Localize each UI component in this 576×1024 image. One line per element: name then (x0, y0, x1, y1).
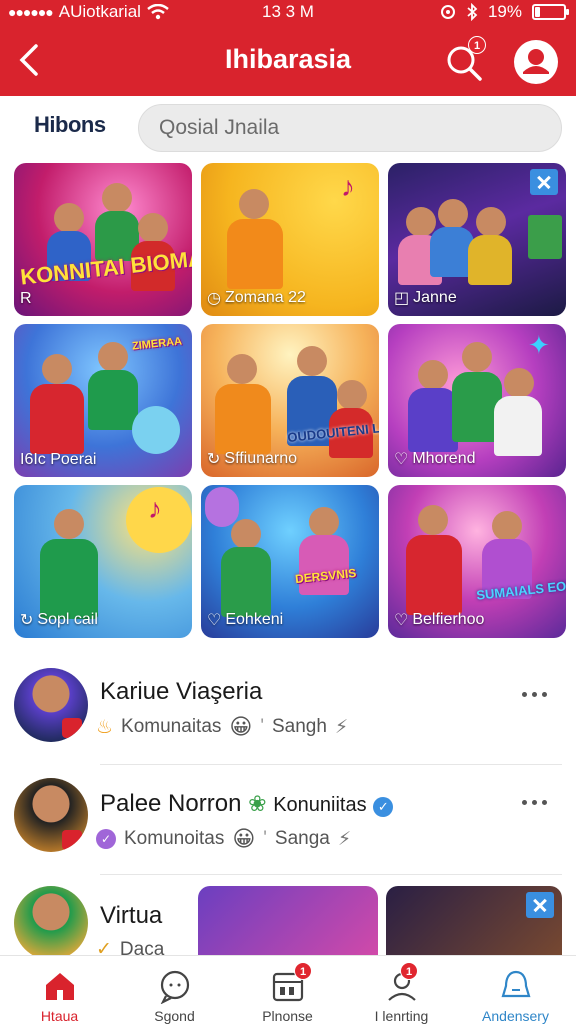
search-button[interactable]: 1 (444, 36, 486, 82)
app-header: ●●●●●● AUiotkarial 13 3 M 19% Ihibarasia… (0, 0, 576, 96)
grid-tile[interactable]: OUDOUITENI LAVVEERH ↻ Sffiunarno (201, 324, 379, 477)
check-circle-icon: ✓ (96, 829, 116, 849)
feed-item-extra: Konuniitas (273, 794, 367, 816)
battery-percent: 19% (487, 2, 522, 21)
nav-home-label: Htaua (40, 1008, 79, 1024)
tile-label: ♡ Eohkeni (207, 611, 284, 629)
tile-tag: R (20, 290, 32, 307)
avatar (14, 668, 88, 742)
heart-icon: ♡ (207, 612, 222, 629)
music-note-icon: ♪ (148, 493, 162, 524)
paint-icon: ❀ (248, 791, 267, 816)
divider (100, 874, 562, 875)
verified-icon: ✓ (373, 797, 394, 817)
nav-andensery[interactable]: Andensery (458, 956, 573, 1024)
tile-label: ◷ Zomana 22 (207, 289, 306, 307)
nav-learning[interactable]: 1 I lenrting (344, 956, 459, 1024)
nav-home[interactable]: Htaua (2, 956, 117, 1024)
heart-icon: ♡ (394, 612, 409, 629)
feed-item-name: Kariue Viaşeria (100, 678, 263, 705)
logo-text: Hibons (34, 112, 106, 137)
nav-search-label: Sgond (154, 1008, 195, 1024)
check-circle-icon: ✓ (96, 939, 112, 955)
avatar (14, 886, 88, 955)
feed-item-community: Komunaitas (121, 716, 222, 737)
home-icon (46, 973, 74, 1000)
emoji-icon: 😀 (232, 826, 256, 851)
refresh-icon: ↻ (20, 612, 34, 629)
profile-button[interactable] (514, 40, 558, 84)
fire-icon: ♨ (96, 716, 114, 738)
more-options-icon[interactable] (522, 690, 550, 700)
battery-icon (532, 4, 569, 20)
tile-banner-small: ZIMERAA (131, 335, 183, 353)
feed-item-meta: ✓ Komunoitas 😀 ' Sanga ⚡ (96, 826, 351, 852)
avatar (14, 778, 88, 852)
search-input[interactable]: Qosial Jnaila (138, 104, 562, 152)
tile-label: ↻ Sopl cail (20, 611, 98, 629)
grid-tile[interactable]: DERSVNIS ♡ Eohkeni (201, 485, 379, 638)
feed-item-name: Palee Norron ❀ Konuniitas ✓ (100, 790, 394, 818)
bell-icon (501, 970, 531, 998)
feed-item-sub: Sangh (271, 716, 327, 737)
feed-item-sub: Sanga (274, 828, 330, 849)
link-icon: ⚡ (334, 716, 349, 738)
search-badge: 1 (468, 36, 486, 54)
emoji-icon: 😀 (229, 714, 253, 739)
grid-tile[interactable]: ✦ ♡ Mhorend (388, 324, 566, 477)
divider (100, 764, 562, 765)
feed-item[interactable]: Virtua ✓ Daca (0, 882, 576, 955)
alarm-icon (440, 5, 455, 19)
tile-label: ♡ Belfierhoo (394, 611, 485, 629)
nav-andensery-label: Andensery (482, 1008, 549, 1024)
close-icon[interactable] (526, 892, 554, 918)
feed-thumbnail[interactable] (386, 886, 562, 955)
nav-plnonse[interactable]: 1 Plnonse (230, 956, 345, 1024)
feed-item-community: Daca (119, 938, 165, 956)
tile-label: ♡ Mhorend (394, 450, 476, 468)
refresh-icon: ↻ (207, 451, 221, 468)
more-options-icon[interactable] (522, 798, 550, 808)
chat-search-icon (160, 970, 190, 1004)
close-icon[interactable] (530, 169, 558, 195)
bluetooth-icon (467, 3, 478, 21)
heart-icon: ♡ (394, 451, 409, 468)
status-bar: ●●●●●● AUiotkarial 13 3 M 19% (0, 0, 576, 26)
grid-tile[interactable]: ♪ ↻ Sopl cail (14, 485, 192, 638)
feed-item-meta: ♨ Komunaitas 😀 ' Sangh ⚡ (96, 714, 349, 739)
nav-badge: 1 (400, 962, 418, 980)
page-title: Ihibarasia (224, 44, 352, 74)
link-icon: ⚡ (337, 828, 352, 850)
music-note-icon: ♪ (341, 171, 355, 202)
app-logo: Hibons (34, 112, 124, 146)
grid-tile[interactable]: SUMAIALS EOIUEEA ♡ Belfierhoo (388, 485, 566, 638)
tile-label: ↻ Sffiunarno (207, 450, 298, 468)
grid-tile[interactable]: ZIMERAA I6Ic Poerai (14, 324, 192, 477)
feed-thumbnail[interactable] (198, 886, 378, 955)
feed-item-community: Komunoitas (124, 828, 225, 849)
tile-label: ◰ Janne (394, 289, 457, 307)
clock-icon: ◷ (207, 290, 221, 307)
battery-level (535, 7, 540, 17)
feed-item[interactable]: Kariue Viaşeria ♨ Komunaitas 😀 ' Sangh ⚡ (0, 662, 576, 772)
feed-item[interactable]: Palee Norron ❀ Konuniitas ✓ ✓ Komunoitas… (0, 772, 576, 882)
grid-tile[interactable]: ♪ ◷ Zomana 22 (201, 163, 379, 316)
feed-item-name: Virtua (100, 902, 163, 929)
tile-label: I6Ic Poerai (20, 451, 97, 468)
nav-plnonse-label: Plnonse (262, 1008, 313, 1024)
star-icon: ✦ (528, 330, 550, 360)
nav-learning-label: I lenrting (374, 1008, 429, 1024)
nav-badge: 1 (294, 962, 312, 980)
bottom-nav: Htaua Sgond 1 Plnonse 1 I lenrting Anden… (0, 955, 576, 1024)
grid-tile[interactable]: KONNITAI BIOMA R (14, 163, 192, 316)
feed-item-meta: ✓ Daca (96, 938, 165, 956)
user-avatar-icon (523, 49, 549, 74)
nav-search[interactable]: Sgond (117, 956, 232, 1024)
grid-tile[interactable]: ◰ Janne (388, 163, 566, 316)
tag-icon: ◰ (394, 290, 410, 307)
